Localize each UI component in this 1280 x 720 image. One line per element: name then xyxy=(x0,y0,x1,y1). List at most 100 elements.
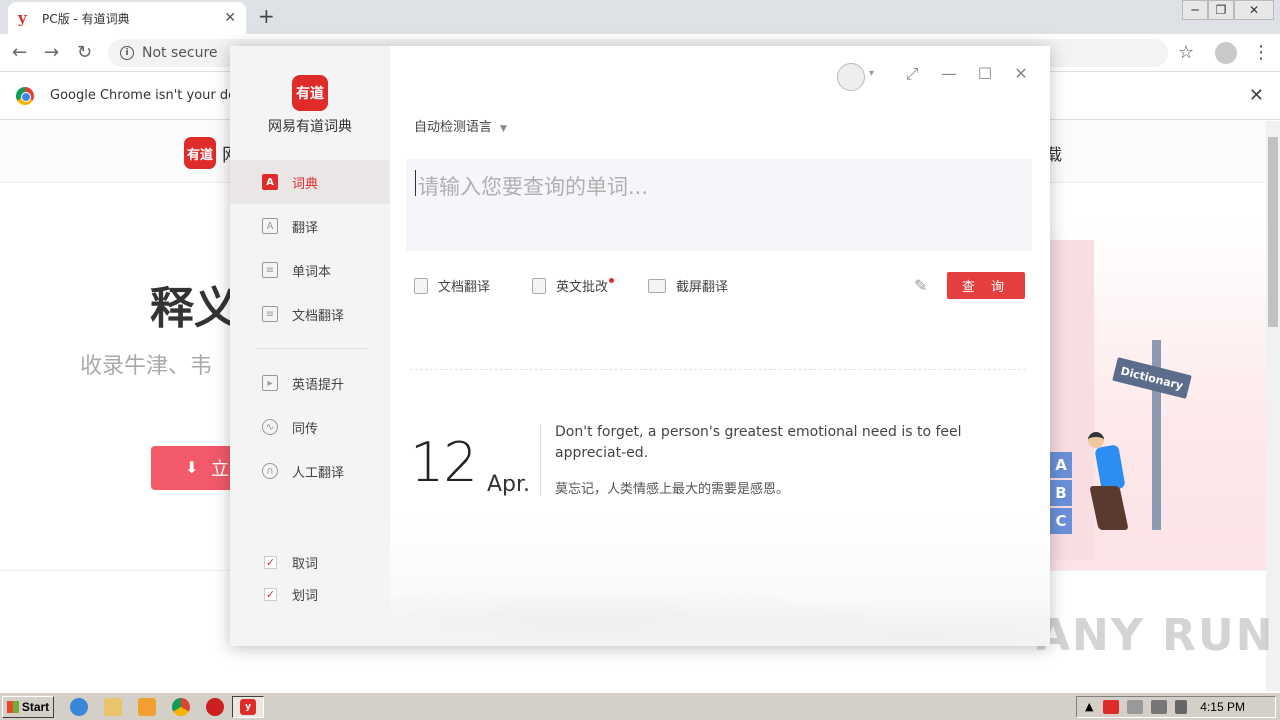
page-scrollbar[interactable] xyxy=(1266,121,1280,691)
daily-date-month: Apr. xyxy=(487,472,531,497)
ie-icon[interactable] xyxy=(70,698,88,716)
illustration-person-body xyxy=(1094,444,1126,492)
close-window-icon[interactable]: ✕ xyxy=(1234,0,1274,20)
translate-icon: A xyxy=(262,218,278,234)
daily-quote-english: Don't forget, a person's greatest emotio… xyxy=(555,424,962,461)
language-selector-label: 自动检测语言 xyxy=(414,120,493,135)
sidebar-item-english-improve[interactable]: ▸ 英语提升 xyxy=(230,361,390,405)
handwriting-icon[interactable]: ✎ xyxy=(914,276,927,295)
folder-icon[interactable] xyxy=(104,698,122,716)
tab-title: PC版 - 有道词典 xyxy=(42,11,130,26)
caret-down-icon: ▼ xyxy=(500,124,507,134)
media-player-icon[interactable] xyxy=(138,698,156,716)
chrome-menu-icon[interactable]: ⋮ xyxy=(1252,42,1270,63)
checkbox-label: 划词 xyxy=(292,589,319,604)
info-icon[interactable]: i xyxy=(120,46,134,60)
sidebar-item-label: 同传 xyxy=(292,421,319,437)
select-word-checkbox[interactable]: ✓ 划词 xyxy=(264,585,318,604)
browser-tab[interactable]: y PC版 - 有道词典 ✕ xyxy=(8,2,246,34)
start-button-label: Start xyxy=(21,700,50,714)
youdao-favicon-icon: y xyxy=(18,9,27,27)
download-icon: ⬇ xyxy=(185,458,199,477)
youdao-icon: y xyxy=(240,699,256,715)
minimize-icon[interactable]: — xyxy=(939,64,959,83)
chrome-icon[interactable] xyxy=(172,698,190,716)
sidebar-item-translate[interactable]: A 翻译 xyxy=(230,204,390,248)
start-button[interactable]: Start xyxy=(2,696,54,718)
back-icon[interactable]: ← xyxy=(12,42,27,63)
anyrun-watermark: ANY RUN xyxy=(1036,610,1275,661)
chevron-down-icon[interactable]: ▾ xyxy=(869,68,874,79)
site-logo[interactable]: 有道 xyxy=(184,137,216,169)
doc-translate-icon xyxy=(414,277,428,294)
section-divider xyxy=(410,369,1026,370)
maximize-icon[interactable]: ☐ xyxy=(975,64,995,83)
close-icon[interactable]: ✕ xyxy=(1011,64,1031,83)
system-tray: ▲ 4:15 PM xyxy=(1076,696,1276,718)
sidebar-item-label: 人工翻译 xyxy=(292,465,345,481)
bookmark-star-icon[interactable]: ☆ xyxy=(1178,42,1194,63)
security-status: Not secure xyxy=(142,45,218,61)
sidebar-item-label: 文档翻译 xyxy=(292,308,345,324)
new-badge-dot xyxy=(609,278,615,283)
user-avatar-icon[interactable] xyxy=(837,63,865,91)
language-selector[interactable]: 自动检测语言 ▼ xyxy=(414,116,507,135)
correction-icon xyxy=(532,277,546,294)
site-download-button-label: 立 xyxy=(211,459,229,480)
sidebar-item-label: 英语提升 xyxy=(292,377,345,393)
youdao-app-name: 网易有道词典 xyxy=(268,119,352,135)
tool-document-translate[interactable]: 文档翻译 xyxy=(414,276,490,295)
search-input[interactable] xyxy=(406,159,1032,251)
sidebar-item-label: 单词本 xyxy=(292,264,332,280)
tool-english-correction[interactable]: 英文批改 xyxy=(532,276,615,295)
restore-window-icon[interactable]: ❐ xyxy=(1208,0,1234,20)
scrollbar-thumb[interactable] xyxy=(1268,137,1278,327)
profile-avatar-icon[interactable] xyxy=(1215,42,1237,64)
daily-quote-chinese: 莫忘记，人类情感上最大的需要是感恩。 xyxy=(555,482,790,497)
reload-icon[interactable]: ↻ xyxy=(77,42,92,63)
video-icon: ▸ xyxy=(262,375,278,391)
tab-close-icon[interactable]: ✕ xyxy=(224,10,236,26)
checkbox-label: 取词 xyxy=(292,557,319,572)
minimize-window-icon[interactable]: ─ xyxy=(1182,0,1208,20)
chevron-up-icon[interactable]: ▲ xyxy=(1085,700,1095,714)
youdao-tray-icon[interactable] xyxy=(1103,700,1119,714)
sidebar-item-human-translate[interactable]: ∩ 人工翻译 xyxy=(230,449,390,493)
mini-mode-icon[interactable]: ⤢ xyxy=(902,64,922,84)
tool-label: 英文批改 xyxy=(556,280,609,295)
sidebar-item-simultaneous[interactable]: ∿ 同传 xyxy=(230,405,390,449)
tool-label: 文档翻译 xyxy=(438,280,491,295)
sidebar-item-dictionary[interactable]: A 词典 xyxy=(230,160,390,204)
decorative-wave xyxy=(390,526,1050,646)
document-icon: ≡ xyxy=(262,306,278,322)
simultaneous-icon: ∿ xyxy=(262,419,278,435)
dictionary-icon: A xyxy=(262,174,278,190)
search-button[interactable]: 查 询 xyxy=(947,272,1025,299)
illustration-block-c: C xyxy=(1050,508,1072,534)
new-tab-icon[interactable]: + xyxy=(258,4,275,28)
capture-word-checkbox[interactable]: ✓ 取词 xyxy=(264,553,318,572)
text-cursor xyxy=(415,170,416,196)
illustration-person-head xyxy=(1088,432,1104,448)
youdao-dictionary-window: 有道 网易有道词典 A 词典 A 翻译 ≡ 单词本 ≡ 文档翻译 ▸ 英语提升 … xyxy=(230,46,1050,646)
wordbook-icon: ≡ xyxy=(262,262,278,278)
youdao-taskbar-button[interactable]: y xyxy=(232,696,264,718)
infobar-close-icon[interactable]: ✕ xyxy=(1249,85,1264,106)
volume-icon[interactable] xyxy=(1127,700,1143,714)
screenshot-icon xyxy=(648,278,666,293)
tool-label: 截屏翻译 xyxy=(676,280,729,295)
forward-icon[interactable]: → xyxy=(44,42,59,63)
youdao-logo: 有道 xyxy=(292,75,328,111)
opera-icon[interactable] xyxy=(206,698,224,716)
sidebar-item-wordbook[interactable]: ≡ 单词本 xyxy=(230,248,390,292)
youdao-main-panel: ▾ ⤢ — ☐ ✕ 自动检测语言 ▼ 文档翻译 英文批改 截屏翻译 ✎ 查 询 1… xyxy=(390,46,1050,646)
illustration-block-b: B xyxy=(1050,480,1072,506)
sidebar-item-label: 翻译 xyxy=(292,220,319,236)
network-icon[interactable] xyxy=(1151,700,1167,714)
flag-icon[interactable] xyxy=(1175,700,1187,714)
site-headline: 释义 xyxy=(150,283,238,334)
tool-screenshot-translate[interactable]: 截屏翻译 xyxy=(648,276,728,295)
sidebar-item-document-translate[interactable]: ≡ 文档翻译 xyxy=(230,292,390,336)
browser-tabstrip: y PC版 - 有道词典 ✕ + ─ ❐ ✕ xyxy=(0,0,1280,34)
sidebar-divider xyxy=(256,348,368,349)
